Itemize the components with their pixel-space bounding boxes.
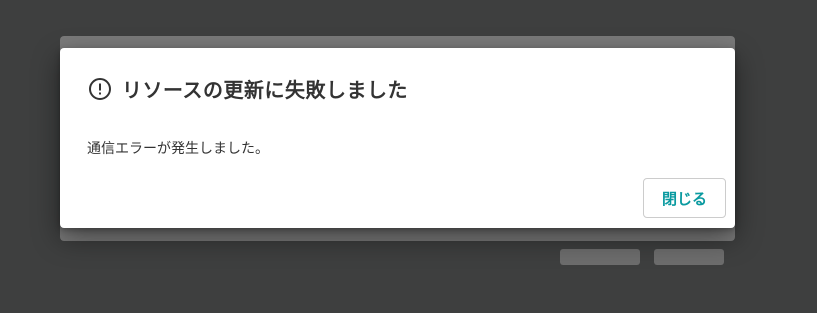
background-dialog-secondary-button bbox=[560, 249, 640, 265]
alert-circle-icon bbox=[88, 77, 112, 101]
close-button[interactable]: 閉じる bbox=[643, 178, 726, 218]
dialog-header: リソースの更新に失敗しました bbox=[88, 74, 408, 103]
dialog-message: 通信エラーが発生しました。 bbox=[87, 141, 269, 157]
dialog-title: リソースの更新に失敗しました bbox=[122, 78, 408, 102]
background-dialog-primary-button bbox=[654, 249, 724, 265]
error-dialog: リソースの更新に失敗しました 通信エラーが発生しました。 閉じる bbox=[60, 48, 735, 228]
